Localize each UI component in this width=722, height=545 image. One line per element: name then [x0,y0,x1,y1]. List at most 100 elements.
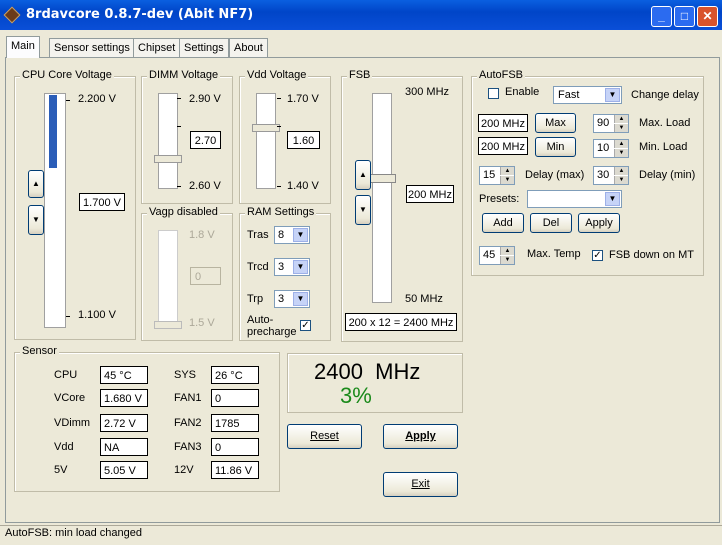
ram-settings-label: RAM Settings [245,206,317,218]
vagp-label: Vagp disabled [147,206,220,218]
tras-select[interactable]: 8 ▼ [274,226,310,244]
sensor-vcore-value: 1.680 V [100,389,148,407]
spin-down-icon[interactable]: ▼ [614,149,628,157]
fsb-down-label: FSB down on MT [609,249,694,261]
dimm-voltage-value: 2.70 [190,131,221,149]
sensor-cpu-value: 45 °C [100,366,148,384]
change-delay-label: Change delay [631,89,699,101]
delay-max-spinner[interactable]: 15 ▲ ▼ [479,166,515,185]
autoprecharge-label: Auto- precharge [247,314,297,338]
autoprecharge-checkbox[interactable]: ✓ [300,320,311,331]
preset-add-button[interactable]: Add [482,213,524,233]
maximize-button[interactable]: □ [674,6,695,27]
autofsb-mode-select[interactable]: Fast ▼ [553,86,622,104]
tab-main[interactable]: Main [6,36,40,58]
tab-settings[interactable]: Settings [179,38,229,57]
sensor-fan3-label: FAN3 [174,441,202,453]
presets-select[interactable]: ▼ [527,190,622,208]
dimm-voltage-min: 2.60 V [189,180,221,192]
close-button[interactable]: ✕ [697,6,718,27]
fsb-slider[interactable] [372,93,392,303]
spin-down-icon[interactable]: ▼ [614,124,628,132]
autofsb-max-freq: 200 MHz [478,114,528,132]
cpu-voltage-up-button[interactable]: ▲ [28,170,44,198]
spin-down-icon[interactable]: ▼ [614,176,628,184]
sensor-fan2-value: 1785 [211,414,259,432]
presets-label: Presets: [479,193,520,205]
trcd-select[interactable]: 3 ▼ [274,258,310,276]
cpu-voltage-down-button[interactable]: ▼ [28,205,44,235]
autofsb-min-button[interactable]: Min [535,137,576,157]
sensor-5v-value: 5.05 V [100,461,148,479]
spin-down-icon[interactable]: ▼ [500,256,514,264]
sensor-5v-label: 5V [54,464,68,476]
sensor-vdimm-value: 2.72 V [100,414,148,432]
chevron-down-icon: ▼ [293,260,308,274]
sensor-12v-label: 12V [174,464,194,476]
cpu-voltage-label: CPU Core Voltage [20,69,114,81]
window-title: 8rdavcore 0.8.7-dev (Abit NF7) [26,7,254,22]
vdd-voltage-max: 1.70 V [287,93,319,105]
trp-label: Trp [247,293,264,305]
cpu-voltage-min: 1.100 V [78,309,116,321]
autofsb-max-button[interactable]: Max [535,113,576,133]
sensor-vcore-label: VCore [54,392,86,404]
tab-about[interactable]: About [229,38,268,57]
vdd-voltage-thumb[interactable] [252,124,280,132]
vdd-voltage-slider[interactable] [256,93,276,189]
status-text: AutoFSB: min load changed [5,527,142,539]
min-load-spinner[interactable]: 10 ▲ ▼ [593,139,629,158]
cpu-voltage-max: 2.200 V [78,93,116,105]
cpu-voltage-value: 1.700 V [79,193,125,211]
vagp-value: 0 [190,267,221,285]
fsb-down-checkbox[interactable]: ✓ [592,250,603,261]
trp-select[interactable]: 3 ▼ [274,290,310,308]
sensor-fan3-value: 0 [211,438,259,456]
exit-button[interactable]: Exit [383,472,458,497]
autofsb-min-freq: 200 MHz [478,137,528,155]
fsb-down-button[interactable]: ▼ [355,195,371,225]
reset-button[interactable]: Reset [287,424,362,449]
dimm-voltage-thumb[interactable] [154,155,182,163]
fsb-up-button[interactable]: ▲ [355,160,371,190]
sensor-fan1-value: 0 [211,389,259,407]
max-load-spinner[interactable]: 90 ▲ ▼ [593,114,629,133]
tras-label: Tras [247,229,269,241]
min-load-label: Min. Load [639,141,688,153]
preset-del-button[interactable]: Del [530,213,572,233]
dimm-voltage-slider[interactable] [158,93,178,189]
spin-down-icon[interactable]: ▼ [500,176,514,184]
spin-up-icon[interactable]: ▲ [500,167,514,175]
dimm-voltage-max: 2.90 V [189,93,221,105]
spin-up-icon[interactable]: ▲ [614,167,628,175]
minimize-button[interactable]: _ [651,6,672,27]
vdd-voltage-label: Vdd Voltage [245,69,309,81]
dimm-voltage-label: DIMM Voltage [147,69,221,81]
trcd-label: Trcd [247,261,269,273]
max-temp-label: Max. Temp [527,248,581,260]
sensor-vdimm-label: VDimm [54,417,91,429]
autofsb-enable-label: Enable [505,86,540,98]
sensor-12v-value: 11.86 V [211,461,259,479]
fsb-value: 200 MHz [406,185,454,203]
preset-apply-button[interactable]: Apply [578,213,620,233]
delay-min-label: Delay (min) [639,169,696,181]
spin-up-icon[interactable]: ▲ [614,115,628,123]
max-temp-spinner[interactable]: 45 ▲ ▼ [479,246,515,265]
spin-up-icon[interactable]: ▲ [614,140,628,148]
vdd-voltage-min: 1.40 V [287,180,319,192]
autofsb-enable-checkbox[interactable] [488,88,499,99]
delay-min-spinner[interactable]: 30 ▲ ▼ [593,166,629,185]
fsb-thumb[interactable] [369,174,396,183]
tab-sensor-settings[interactable]: Sensor settings [49,38,135,57]
sensor-sys-value: 26 °C [211,366,259,384]
chevron-down-icon: ▼ [293,292,308,306]
vagp-thumb [154,321,182,329]
cpu-voltage-fill [49,95,57,168]
apply-button[interactable]: Apply [383,424,458,449]
vagp-min: 1.5 V [189,317,215,329]
spin-up-icon[interactable]: ▲ [500,247,514,255]
tab-chipset[interactable]: Chipset [133,38,181,57]
vagp-slider [158,230,178,326]
cpu-load-percent: 3% [340,383,372,408]
